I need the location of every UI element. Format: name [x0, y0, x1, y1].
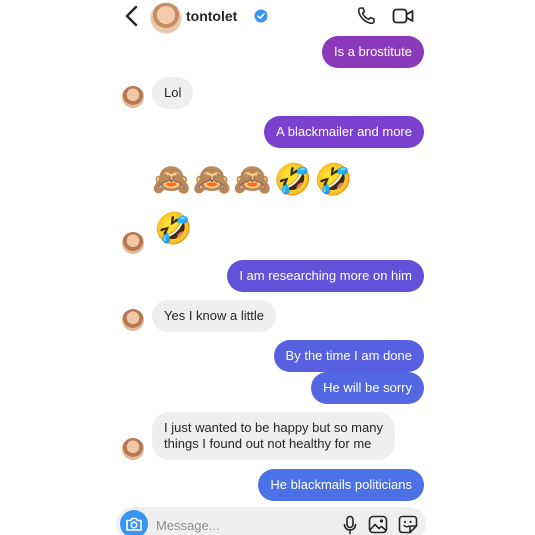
- message-text: He blackmails politicians: [270, 477, 412, 492]
- message-outgoing[interactable]: By the time I am done: [273, 340, 424, 372]
- message-incoming[interactable]: Yes I know a little: [152, 300, 276, 332]
- message-outgoing[interactable]: A blackmailer and more: [264, 116, 424, 148]
- contact-avatar[interactable]: [150, 2, 182, 34]
- phone-icon[interactable]: [356, 6, 376, 26]
- message-outgoing[interactable]: He blackmails politicians: [258, 469, 424, 501]
- camera-button[interactable]: [120, 510, 148, 535]
- microphone-icon[interactable]: [342, 515, 358, 535]
- message-outgoing[interactable]: I am researching more on him: [227, 260, 424, 292]
- contact-avatar-small[interactable]: [122, 86, 144, 108]
- verified-badge-icon: [254, 9, 268, 23]
- message-input[interactable]: [154, 513, 328, 535]
- message-outgoing[interactable]: Is a brostitute: [321, 36, 424, 68]
- message-text: Is a brostitute: [333, 44, 412, 59]
- contact-avatar-small[interactable]: [122, 438, 144, 460]
- message-composer: [116, 507, 426, 535]
- camera-icon: [126, 517, 142, 531]
- gallery-icon[interactable]: [368, 515, 388, 534]
- emoji-text: 🤣: [154, 211, 195, 246]
- message-text: By the time I am done: [285, 348, 412, 363]
- video-camera-icon[interactable]: [392, 7, 414, 25]
- contact-username[interactable]: tontolet: [186, 8, 237, 24]
- message-incoming[interactable]: Lol: [152, 77, 194, 109]
- contact-avatar-small[interactable]: [122, 309, 144, 331]
- emoji-text: 🙈🙈🙈🤣🤣: [152, 162, 355, 197]
- message-text: A blackmailer and more: [276, 124, 412, 139]
- message-text-line: I just wanted to be happy but so many: [164, 420, 383, 435]
- message-text: He will be sorry: [323, 380, 412, 395]
- sticker-icon[interactable]: [398, 515, 418, 534]
- emoji-message[interactable]: 🙈🙈🙈🤣🤣: [152, 163, 355, 197]
- message-text: Yes I know a little: [164, 308, 264, 323]
- chat-screen: tontolet Is a brostitute Lol A blackmail…: [110, 0, 428, 535]
- contact-avatar-small[interactable]: [122, 232, 144, 254]
- message-text: Lol: [164, 85, 182, 100]
- chat-header: tontolet: [110, 0, 428, 34]
- chevron-left-icon[interactable]: [124, 5, 140, 27]
- emoji-message[interactable]: 🤣: [154, 212, 195, 246]
- message-text: I am researching more on him: [239, 268, 412, 283]
- message-text-line: things I found out not healthy for me: [164, 436, 372, 451]
- message-outgoing[interactable]: He will be sorry: [311, 372, 424, 404]
- message-incoming[interactable]: I just wanted to be happy but so many th…: [152, 412, 395, 460]
